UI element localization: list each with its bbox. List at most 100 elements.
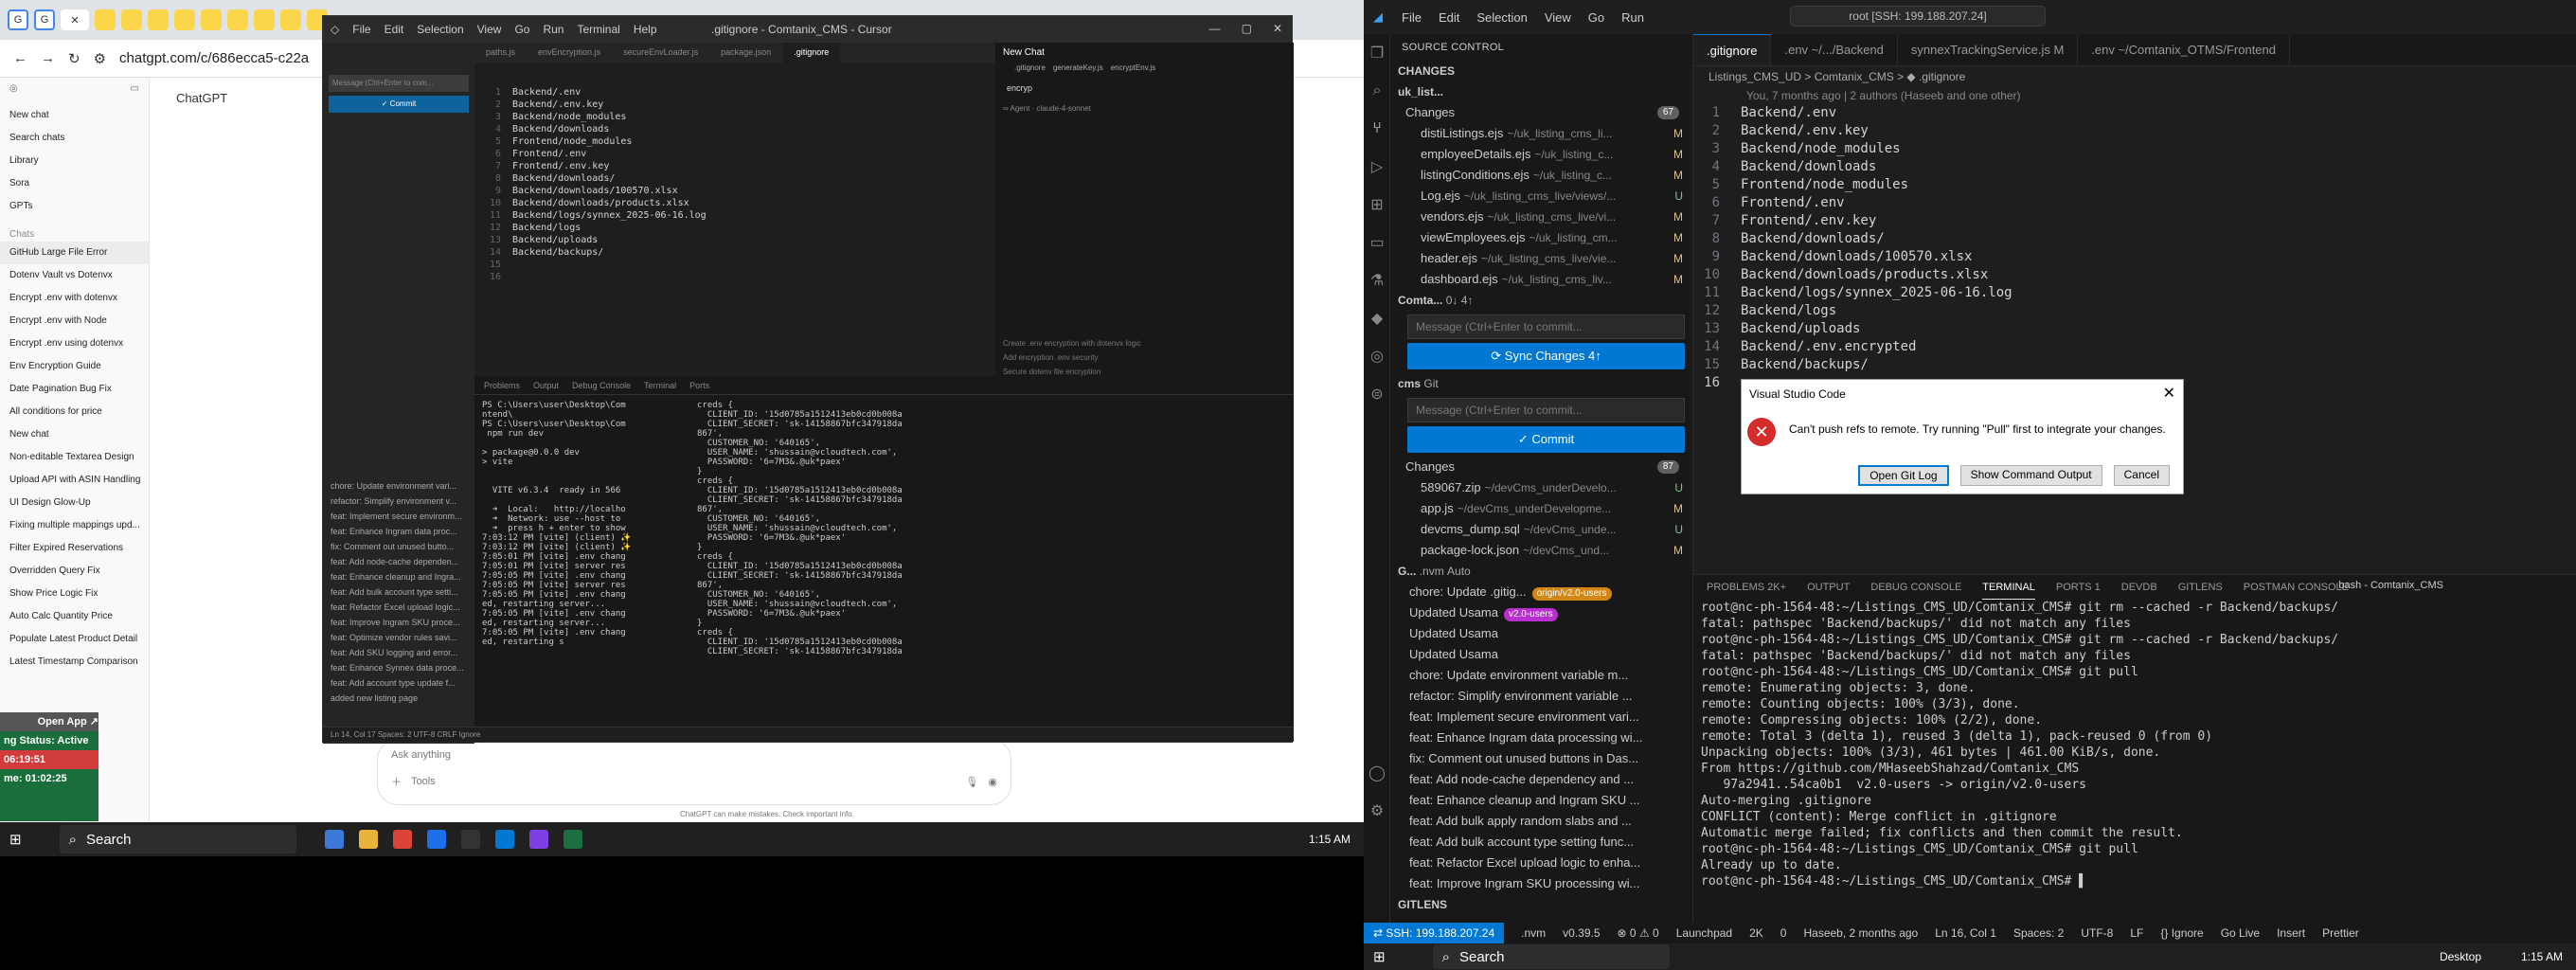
panel-tab[interactable]: OUTPUT: [1807, 575, 1850, 600]
git-commit-item[interactable]: chore: Update environment vari...: [331, 478, 474, 494]
status-item[interactable]: Haseeb, 2 months ago: [1803, 926, 1918, 940]
chat-history-item[interactable]: Non-editable Textarea Design: [0, 446, 149, 469]
sidebar-toggle-icon[interactable]: ▭: [131, 83, 139, 99]
chrome-tab[interactable]: [254, 9, 275, 30]
sidebar-nav-item[interactable]: Sora: [0, 172, 149, 195]
graph-commit-row[interactable]: refactor: Simplify environment variable …: [1390, 686, 1692, 707]
database-icon[interactable]: ⊜: [1364, 375, 1390, 413]
taskbar-search[interactable]: ⌕ Search: [59, 825, 296, 853]
status-item[interactable]: ⊗ 0 ⚠ 0: [1618, 926, 1659, 940]
graph-commit-row[interactable]: feat: Refactor Excel upload logic to enh…: [1390, 853, 1692, 873]
chat-history-item[interactable]: Date Pagination Bug Fix: [0, 378, 149, 401]
open-app-button[interactable]: Open App ↗: [0, 712, 98, 731]
past-chat-item[interactable]: Create .env encryption with dotenvx logi…: [1003, 336, 1141, 350]
changed-file-row[interactable]: dashboard.ejs ~/uk_listing_cms_liv... M: [1390, 269, 1692, 290]
editor-tab[interactable]: paths.js: [474, 43, 527, 63]
status-item[interactable]: {} Ignore: [2160, 926, 2203, 940]
chat-history-item[interactable]: Filter Expired Reservations: [0, 537, 149, 560]
maximize-icon[interactable]: ▢: [1242, 22, 1252, 35]
status-item[interactable]: Launchpad: [1676, 926, 1732, 940]
chat-context-tab[interactable]: generateKey.js: [1053, 63, 1103, 72]
code-editor[interactable]: 1 Backend/.env 2 Backend/.env.key 3 Backend/n…: [1693, 104, 2576, 392]
git-commit-item[interactable]: feat: Implement secure environm...: [331, 509, 474, 524]
sidebar-nav-item[interactable]: Search chats: [0, 127, 149, 150]
close-icon[interactable]: ✕: [1273, 22, 1282, 35]
taskbar-clock[interactable]: 1:15 AM: [2521, 950, 2563, 963]
menu-item[interactable]: Help: [634, 23, 657, 36]
status-item[interactable]: Go Live: [2221, 926, 2260, 940]
chat-agent-selector[interactable]: ∞ Agent · claude-4-sonnet: [1003, 104, 1286, 113]
changed-file-row[interactable]: vendors.ejs ~/uk_listing_cms_live/vi... M: [1390, 207, 1692, 227]
chat-history-item[interactable]: Populate Latest Product Detail: [0, 628, 149, 651]
desktop-label[interactable]: Desktop: [2440, 950, 2481, 963]
chat-history-item[interactable]: Encrypt .env using dotenvx: [0, 332, 149, 355]
panel-tab[interactable]: POSTMAN CONSOLE: [2244, 575, 2349, 600]
git-commit-item[interactable]: feat: Add bulk account type setti...: [331, 584, 474, 600]
panel-tab[interactable]: PORTS 1: [2056, 575, 2101, 600]
graph-commit-row[interactable]: feat: Add bulk apply random slabs and ..…: [1390, 811, 1692, 832]
chat-history-item[interactable]: Auto Calc Quantity Price: [0, 605, 149, 628]
chat-history-item[interactable]: All conditions for price: [0, 401, 149, 423]
git-commit-item[interactable]: feat: Enhance cleanup and Ingra...: [331, 569, 474, 584]
minimize-icon[interactable]: —: [1209, 22, 1221, 35]
menu-item[interactable]: Terminal: [577, 23, 619, 36]
taskbar-app-icon[interactable]: [324, 830, 344, 849]
git-commit-item[interactable]: feat: Add account type update f...: [331, 675, 474, 691]
chat-context-tab[interactable]: .gitignore: [1014, 63, 1046, 72]
panel-tab[interactable]: Problems: [484, 376, 520, 394]
microphone-icon[interactable]: 🎙: [965, 776, 978, 788]
chat-history-item[interactable]: Latest Timestamp Comparison: [0, 651, 149, 674]
chat-history-item[interactable]: Show Price Logic Fix: [0, 583, 149, 605]
chat-history-item[interactable]: Overridden Query Fix: [0, 560, 149, 583]
sidebar-nav-item[interactable]: New chat: [0, 104, 149, 127]
graph-commit-row[interactable]: feat: Enhance Ingram data processing wi.…: [1390, 728, 1692, 748]
chrome-tab-active[interactable]: ✕: [61, 9, 89, 30]
chat-history-item[interactable]: New chat: [0, 423, 149, 446]
graph-commit-row[interactable]: Updated Usama: [1390, 644, 1692, 665]
settings-gear-icon[interactable]: ⚙: [1364, 792, 1390, 830]
menu-item[interactable]: Selection: [417, 23, 463, 36]
chrome-tab[interactable]: [280, 9, 301, 30]
git-commit-item[interactable]: fix: Comment out unused butto...: [331, 539, 474, 554]
changed-file-row[interactable]: 589067.zip ~/devCms_underDevelo... U: [1390, 477, 1692, 498]
cursor-commit-message[interactable]: Message (Ctrl+Enter to com...: [329, 75, 469, 92]
tools-button[interactable]: Tools: [411, 776, 436, 787]
chat-history-item[interactable]: Env Encryption Guide: [0, 355, 149, 378]
menu-item[interactable]: File: [1402, 10, 1422, 25]
chrome-tab[interactable]: [227, 9, 248, 30]
search-icon[interactable]: ⌕: [1364, 72, 1390, 110]
chrome-tab[interactable]: [95, 9, 116, 30]
editor-tab[interactable]: envEncryption.js: [527, 43, 612, 63]
python-icon[interactable]: ◆: [1364, 299, 1390, 337]
chrome-icon[interactable]: [392, 830, 412, 849]
changed-file-row[interactable]: Log.ejs ~/uk_listing_cms_live/views/... U: [1390, 186, 1692, 207]
extensions-icon[interactable]: ⊞: [1364, 186, 1390, 224]
vscode-icon[interactable]: [494, 830, 514, 849]
gitlens-header[interactable]: GITLENS: [1390, 894, 1692, 915]
chrome-tab[interactable]: G: [8, 9, 28, 30]
status-item[interactable]: UTF-8: [2081, 926, 2113, 940]
repo-cms[interactable]: cms Git: [1390, 373, 1692, 394]
graph-commit-row[interactable]: Updated Usama: [1390, 623, 1692, 644]
terminal-selector[interactable]: bash - Comtanix_CMS: [2338, 580, 2443, 591]
status-item[interactable]: Spaces: 2: [2013, 926, 2064, 940]
source-control-icon[interactable]: ⑂: [1364, 110, 1390, 148]
changed-file-row[interactable]: employeeDetails.ejs ~/uk_listing_c... M: [1390, 144, 1692, 165]
graph-commit-row[interactable]: chore: Update environment variable m...: [1390, 665, 1692, 686]
panel-tab[interactable]: PROBLEMS 2K+: [1707, 575, 1786, 600]
chrome-tab[interactable]: [148, 9, 169, 30]
changed-file-row[interactable]: app.js ~/devCms_underDevelopme... M: [1390, 498, 1692, 519]
editor-tab[interactable]: .gitignore: [782, 43, 841, 63]
taskbar-search[interactable]: ⌕ Search: [1432, 944, 1670, 969]
windows-start-icon[interactable]: ⊞: [9, 831, 22, 848]
taskbar-app-icon[interactable]: [426, 830, 446, 849]
remote-indicator[interactable]: ⇄ SSH: 199.188.207.24: [1364, 923, 1505, 943]
terminal-output[interactable]: root@nc-ph-1564-48:~/Listings_CMS_UD/Com…: [1693, 600, 2576, 889]
gitlens-icon[interactable]: ◎: [1364, 337, 1390, 375]
editor-tab[interactable]: package.json: [709, 43, 782, 63]
explorer-icon[interactable]: ❐: [1364, 34, 1390, 72]
chat-history-item[interactable]: Upload API with ASIN Handling: [0, 469, 149, 492]
menu-item[interactable]: Edit: [385, 23, 404, 36]
editor-tab[interactable]: .env ~/.../Backend: [1771, 34, 1898, 65]
repo2-commit-message-input[interactable]: Message (Ctrl+Enter to commit...: [1407, 314, 1685, 339]
